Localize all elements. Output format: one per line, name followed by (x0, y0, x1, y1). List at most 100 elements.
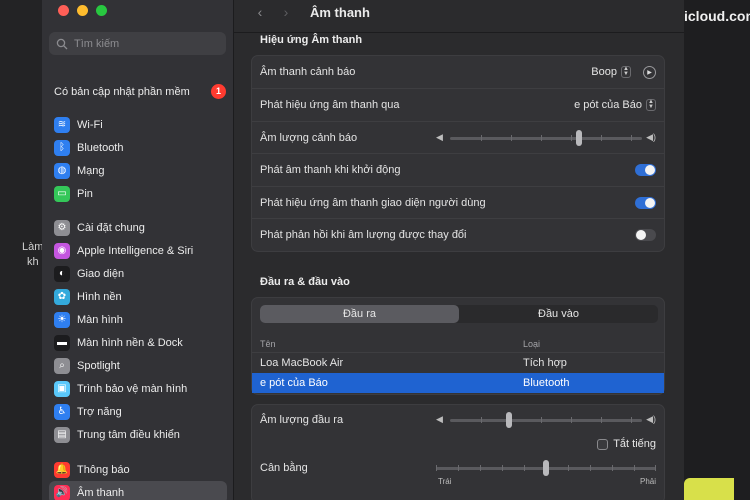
balance-label: Cân bằng (260, 462, 308, 474)
slider-tick (655, 465, 656, 471)
play-icon[interactable]: ▶ (643, 65, 656, 79)
sidebar-item-mang[interactable]: ◍ Mạng (49, 159, 227, 182)
search-icon (56, 38, 68, 49)
device-row[interactable]: Loa MacBook Air Tích hợp (252, 353, 664, 373)
slider-tick (541, 134, 542, 141)
slider-tick (631, 417, 632, 423)
system-settings-window: Tìm kiếm Có bản cập nhật phần mềm 1 ≋ Wi‑… (42, 0, 684, 500)
column-header-name: Tên (260, 338, 276, 349)
ui-effects-toggle[interactable] (635, 196, 656, 209)
sidebar-item-thong-bao[interactable]: 🔔 Thông báo (49, 458, 227, 481)
alert-sound-popup[interactable]: Boop ▲ ▼ ▶ (591, 65, 656, 79)
ui-effects-row: Phát hiệu ứng âm thanh giao diện người d… (252, 187, 664, 219)
slider-tick (481, 134, 482, 141)
tab-input[interactable]: Đầu vào (459, 305, 658, 323)
sidebar-item-apple-intelligence-siri[interactable]: ◉ Apple Intelligence & Siri (49, 239, 227, 262)
accessibility-icon: ♿ (54, 403, 70, 420)
wifi-icon: ≋ (54, 116, 70, 133)
sidebar-item-cai-dat-chung[interactable]: ⚙ Cài đặt chung (49, 216, 227, 239)
sidebar-item-bluetooth[interactable]: ᛒ Bluetooth (49, 136, 227, 159)
screensaver-icon: ▣ (54, 380, 70, 397)
sound-effects-heading: Hiệu ứng Âm thanh (260, 34, 363, 46)
sidebar-item-spotlight[interactable]: ⌕ Spotlight (49, 354, 227, 377)
display-icon: ☀ (54, 311, 70, 328)
mute-checkbox[interactable] (597, 438, 609, 450)
play-through-value: e pót của Báo (574, 99, 642, 111)
sidebar-group-system: ⚙ Cài đặt chung ◉ Apple Intelligence & Siri… (49, 216, 227, 446)
close-button[interactable] (58, 5, 69, 16)
sidebar-item-label: Màn hình (77, 313, 123, 326)
device-row[interactable]: e pót của Báo Bluetooth (252, 373, 664, 393)
output-input-group: Đầu ra Đầu vào Tên Loại Loa MacBook Air T… (251, 297, 665, 395)
background-browser-text: icloud.com (684, 8, 750, 24)
output-volume-slider[interactable]: ◀ ◀) (436, 412, 656, 428)
slider-tick (511, 134, 512, 141)
output-volume-knob[interactable] (505, 412, 512, 428)
alert-volume-slider[interactable]: ◀ ◀) (436, 129, 656, 146)
sidebar-item-wi-fi[interactable]: ≋ Wi‑Fi (49, 113, 227, 136)
forward-button[interactable]: › (278, 4, 294, 20)
minimize-button[interactable] (77, 5, 88, 16)
toolbar-divider (234, 32, 684, 33)
device-table-header: Tên Loại (252, 335, 664, 353)
column-header-type: Loại (523, 338, 541, 349)
wallpaper-icon: ✿ (54, 288, 70, 305)
sidebar-item-trung-tam-dieu-khien[interactable]: ▤ Trung tâm điều khiển (49, 423, 227, 446)
sidebar-item-tro-nang[interactable]: ♿ Trợ năng (49, 400, 227, 423)
sidebar-item-label: Thông báo (77, 463, 130, 476)
play-through-popup[interactable]: e pót của Báo ▲ ▼ (574, 99, 656, 111)
sidebar-item-am-thanh[interactable]: 🔊 Âm thanh (49, 481, 227, 500)
slider-tick (631, 134, 632, 141)
slider-tick (571, 134, 572, 141)
mute-row: Tắt tiếng (252, 435, 664, 453)
balance-slider[interactable] (436, 460, 656, 476)
sidebar-item-label: Trình bảo vệ màn hình (77, 382, 188, 395)
sidebar-group-network: ≋ Wi‑Fi ᛒ Bluetooth ◍ Mạng ▭ Pin (49, 113, 227, 205)
back-button[interactable]: ‹ (252, 4, 268, 20)
balance-right-label: Phải (639, 477, 656, 486)
sidebar-item-label: Mạng (77, 164, 105, 177)
slider-tick (481, 417, 482, 423)
sound-effects-group: Âm thanh cảnh báo Boop ▲ ▼ ▶ Phát hiệu ứn… (251, 55, 665, 252)
slider-tick (541, 417, 542, 423)
volume-feedback-toggle[interactable] (635, 229, 656, 241)
play-through-row: Phát hiệu ứng âm thanh qua e pót của Báo… (252, 89, 664, 122)
sidebar-item-pin[interactable]: ▭ Pin (49, 182, 227, 205)
spotlight-icon: ⌕ (54, 357, 70, 374)
sidebar-item-label: Pin (77, 187, 93, 200)
bluetooth-icon: ᛒ (54, 139, 70, 156)
device-name: Loa MacBook Air (260, 357, 344, 369)
sidebar-item-label: Giao diện (77, 267, 125, 280)
alert-volume-knob[interactable] (576, 129, 583, 146)
alert-sound-label: Âm thanh cảnh báo (260, 66, 356, 78)
volume-feedback-row: Phát phản hồi khi âm lượng được thay đổi (252, 219, 664, 251)
page-title: Âm thanh (310, 4, 370, 20)
sidebar-item-hinh-nen[interactable]: ✿ Hình nền (49, 285, 227, 308)
output-volume-label: Âm lượng đầu ra (260, 414, 344, 426)
software-update-label: Có bản cập nhật phần mềm (54, 85, 190, 98)
tab-output[interactable]: Đầu ra (260, 305, 459, 323)
sidebar-item-giao-dien[interactable]: ◐ Giao diện (49, 262, 227, 285)
desktop-background-right (684, 0, 750, 500)
alert-volume-label: Âm lượng cảnh báo (260, 131, 358, 144)
slider-tick (634, 465, 635, 471)
zoom-button[interactable] (96, 5, 107, 16)
software-update-item[interactable]: Có bản cập nhật phần mềm 1 (54, 84, 226, 99)
chevron-updown-icon: ▲ ▼ (646, 99, 656, 111)
search-input[interactable]: Tìm kiếm (49, 32, 226, 55)
balance-knob[interactable] (543, 460, 549, 476)
appearance-icon: ◐ (54, 265, 70, 282)
sidebar-item-trinh-bao-ve-man-hinh[interactable]: ▣ Trình bảo vệ màn hình (49, 377, 227, 400)
background-window-text: Làm kh (22, 241, 44, 268)
battery-icon: ▭ (54, 185, 70, 202)
slider-tick (601, 417, 602, 423)
speaker-low-icon: ◀ (436, 414, 443, 424)
sidebar-item-label: Màn hình nền & Dock (77, 336, 183, 349)
slider-tick (612, 465, 613, 471)
sidebar-item-man-hinh-nen-dock[interactable]: ▬ Màn hình nền & Dock (49, 331, 227, 354)
balance-legend: Trái Phải (252, 477, 664, 486)
sidebar-item-man-hinh[interactable]: ☀ Màn hình (49, 308, 227, 331)
startup-sound-toggle[interactable] (635, 164, 656, 176)
notifications-icon: 🔔 (54, 461, 70, 478)
output-volume-row: Âm lượng đầu ra ◀ ◀) (252, 405, 664, 435)
